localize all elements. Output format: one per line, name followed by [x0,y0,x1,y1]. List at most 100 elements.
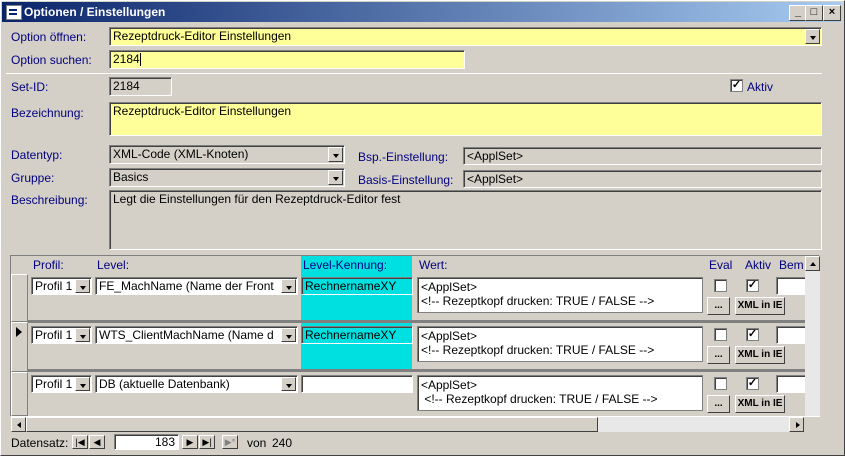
horizontal-scrollbar[interactable] [11,417,804,432]
gruppe-value: Basics [113,170,149,184]
title-bar[interactable]: Optionen / Einstellungen _ □ × [2,2,841,22]
row1-kennung: RechnernameXY [305,279,397,293]
chevron-down-icon[interactable] [75,279,90,293]
header-level: Level: [97,258,130,272]
datentyp-label: Datentyp: [11,148,63,162]
nav-total: 240 [272,436,293,450]
gruppe-combo[interactable]: Basics [109,168,345,187]
row-separator [28,369,808,372]
bezeichnung-value: Rezeptdruck-Editor Einstellungen [113,104,292,118]
scroll-up-button[interactable] [805,256,820,271]
row1-level-combo[interactable]: FE_MachName (Name der Front [95,277,298,295]
row2-more-button[interactable]: ... [707,346,730,364]
row3-profil-combo[interactable]: Profil 1 [31,375,92,393]
window-title: Optionen / Einstellungen [24,5,166,19]
datentyp-combo[interactable]: XML-Code (XML-Knoten) [109,145,345,164]
header-aktiv: Aktiv [745,258,772,272]
chevron-down-icon[interactable] [75,377,90,391]
row2-eval-checkbox[interactable] [714,328,727,341]
scroll-left-button[interactable] [11,417,26,432]
row2-xml-button[interactable]: XML in IE [735,346,785,364]
option-oeffnen-combo[interactable]: Rezeptdruck-Editor Einstellungen [109,27,822,46]
beschreibung-field[interactable]: Legt die Einstellungen für den Rezeptdru… [109,190,822,250]
record-selector-3[interactable] [11,372,28,416]
option-suchen-input[interactable]: 2184 [109,50,465,69]
basis-field[interactable]: <ApplSet> [463,170,822,188]
row1-wert-line2: <!-- Rezeptkopf drucken: TRUE / FALSE --… [421,294,655,308]
form-icon [6,5,22,20]
chevron-down-icon[interactable] [75,328,90,342]
chevron-down-icon[interactable] [805,29,820,44]
row2-wert-line2: <!-- Rezeptkopf drucken: TRUE / FALSE --… [421,343,655,357]
basis-label: Basis-Einstellung: [358,173,454,187]
row2-wert-text[interactable]: <ApplSet> <!-- Rezeptkopf drucken: TRUE … [417,326,703,362]
row3-xml-button[interactable]: XML in IE [735,395,785,413]
arrow-right-icon [796,422,800,428]
chevron-down-icon[interactable] [328,147,343,162]
scroll-thumb[interactable] [26,417,598,432]
vertical-scrollbar[interactable] [805,256,820,416]
row2-level: WTS_ClientMachName (Name d [99,328,274,342]
current-record-icon [16,327,22,337]
new-record-button[interactable]: ▶* [222,435,238,449]
header-kennung: Level-Kennung: [303,258,388,272]
option-suchen-label: Option suchen: [11,53,92,67]
row1-profil-combo[interactable]: Profil 1 [31,277,92,295]
first-record-button[interactable]: |◀ [72,435,88,449]
row3-bem-input[interactable] [776,375,808,393]
bsp-field[interactable]: <ApplSet> [463,147,822,165]
bezeichnung-input[interactable]: Rezeptdruck-Editor Einstellungen [109,102,822,136]
record-number-value: 183 [154,435,175,449]
row2-bem-input[interactable] [776,326,808,344]
row3-wert-line1: <ApplSet> [421,378,478,392]
last-record-button[interactable]: ▶| [199,435,215,449]
header-profil: Profil: [33,258,64,272]
record-number-input[interactable]: 183 [114,434,179,450]
row2-profil-combo[interactable]: Profil 1 [31,326,92,344]
basis-value: <ApplSet> [467,172,524,186]
row3-more-button[interactable]: ... [707,395,730,413]
row3-wert-text[interactable]: <ApplSet> <!-- Rezeptkopf drucken: TRUE … [417,375,703,411]
row3-kennung-input[interactable] [301,375,413,393]
row1-kennung-input[interactable]: RechnernameXY [301,277,413,295]
close-button[interactable]: × [823,5,841,21]
row1-xml-button[interactable]: XML in IE [735,297,785,315]
row1-profil: Profil 1 [35,279,73,293]
aktiv-checkbox[interactable]: ✓ [730,79,743,92]
chevron-down-icon[interactable] [281,377,296,391]
chevron-down-icon[interactable] [281,328,296,342]
header-bem: Bem [779,258,804,272]
row2-profil: Profil 1 [35,328,73,342]
next-record-button[interactable]: ▶ [182,435,198,449]
record-selector-1[interactable] [11,274,28,322]
row3-wert-line2: <!-- Rezeptkopf drucken: TRUE / FALSE --… [421,392,658,406]
row2-level-combo[interactable]: WTS_ClientMachName (Name d [95,326,298,344]
chevron-down-icon[interactable] [328,170,343,185]
row2-kennung-input[interactable]: RechnernameXY [301,326,413,344]
record-selector-2[interactable] [11,322,28,372]
row1-eval-checkbox[interactable] [714,279,727,292]
row-separator [28,320,808,323]
datentyp-value: XML-Code (XML-Knoten) [113,147,249,161]
row1-aktiv-checkbox[interactable]: ✓ [746,279,759,292]
option-oeffnen-value: Rezeptdruck-Editor Einstellungen [113,29,292,43]
chevron-down-icon[interactable] [281,279,296,293]
row3-eval-checkbox[interactable] [714,377,727,390]
header-eval: Eval [709,258,733,272]
prev-record-button[interactable]: ◀ [89,435,105,449]
row3-aktiv-checkbox[interactable]: ✓ [746,377,759,390]
maximize-button[interactable]: □ [805,5,823,21]
text-cursor [139,53,141,67]
row1-wert-text[interactable]: <ApplSet> <!-- Rezeptkopf drucken: TRUE … [417,277,703,313]
row2-wert-line1: <ApplSet> [421,329,478,343]
setid-field[interactable]: 2184 [109,77,172,96]
gruppe-label: Gruppe: [11,171,55,185]
scroll-right-button[interactable] [789,417,804,432]
bsp-value: <ApplSet> [467,149,524,163]
option-suchen-value: 2184 [113,52,140,66]
row1-more-button[interactable]: ... [707,297,730,315]
row1-bem-input[interactable] [776,277,808,295]
row3-level-combo[interactable]: DB (aktuelle Datenbank) [95,375,298,393]
beschreibung-label: Beschreibung: [11,193,88,207]
row2-aktiv-checkbox[interactable]: ✓ [746,328,759,341]
